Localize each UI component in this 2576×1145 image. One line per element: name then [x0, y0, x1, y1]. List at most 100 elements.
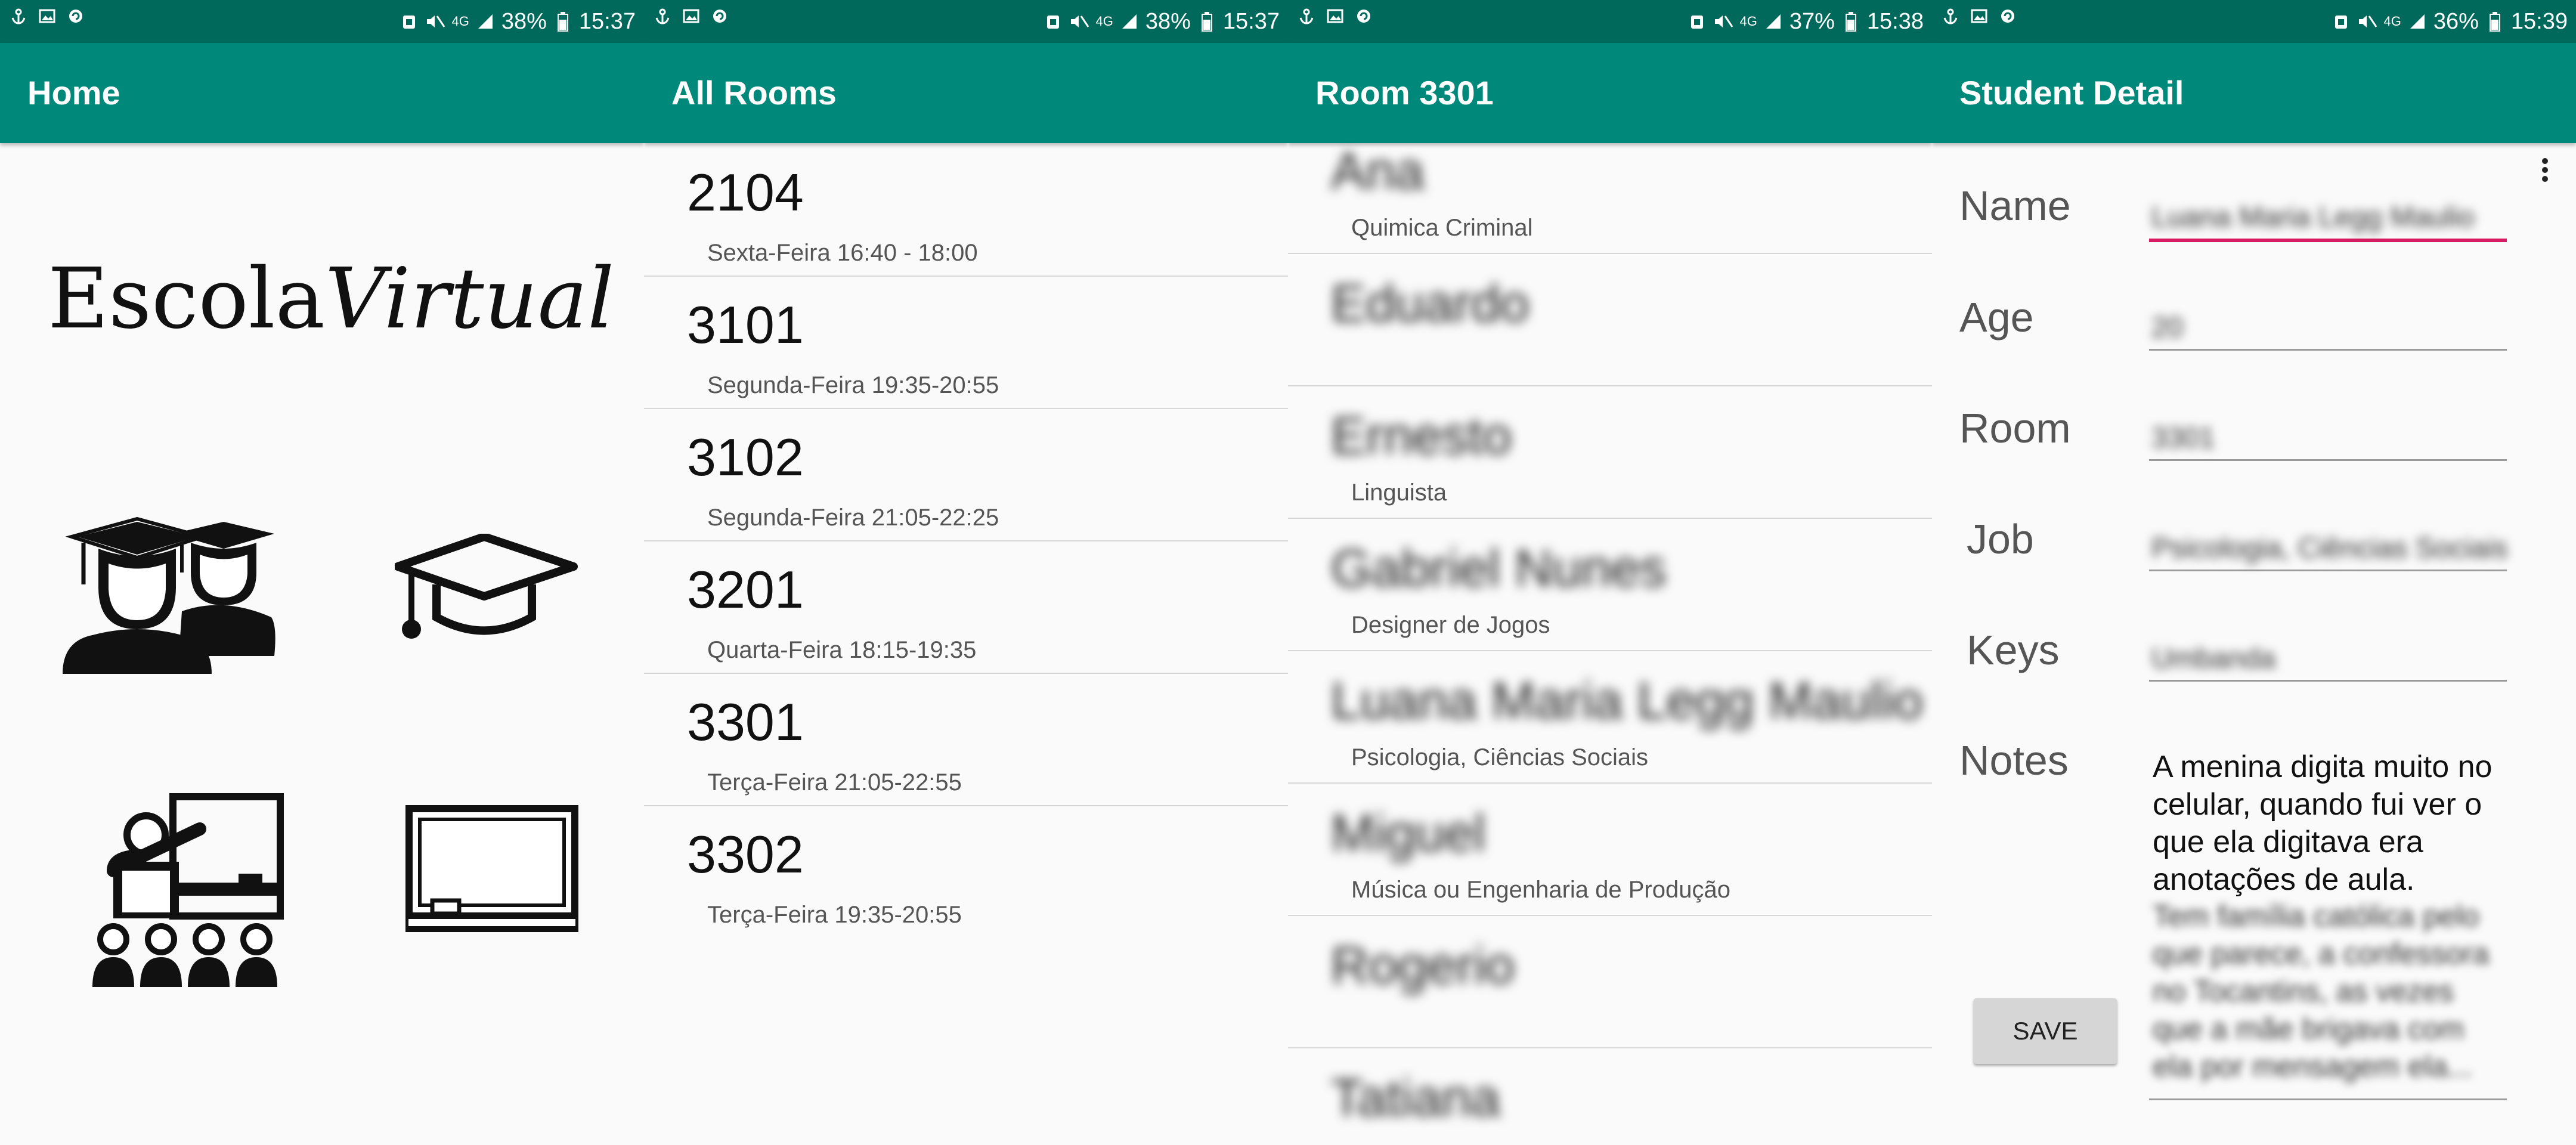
alarm-icon: [399, 11, 419, 32]
job-label: Job: [1967, 516, 2034, 562]
save-button[interactable]: SAVE: [1974, 998, 2117, 1064]
room-schedule: Quarta-Feira 18:15-19:35: [707, 637, 977, 663]
student-name: Gabriel Nunes: [1331, 539, 1667, 598]
notes-visible-text: A menina digita muito no celular, quando…: [2153, 750, 2493, 897]
battery-percent: 37%: [1789, 9, 1835, 34]
status-bar: 4G 37% 15:38: [1288, 0, 1932, 43]
room-field[interactable]: 3301: [2149, 406, 2507, 461]
system-icons: 4G 38% 15:37: [1043, 6, 1280, 37]
room-number: 3102: [687, 428, 804, 487]
notification-icons: [652, 6, 730, 26]
job-field[interactable]: Psicologia, Ciências Sociais: [2149, 516, 2508, 571]
app-bar: Home: [0, 43, 644, 143]
room-number: 3302: [687, 825, 804, 884]
clock: 15:37: [1222, 9, 1280, 34]
room-list-item[interactable]: 3101 Segunda-Feira 19:35-20:55: [644, 276, 1288, 409]
notification-icons: [8, 6, 86, 26]
student-list-item[interactable]: Eduardo: [1288, 253, 1932, 386]
battery-icon: [1841, 11, 1861, 32]
age-field[interactable]: 20: [2149, 295, 2507, 351]
logo-text-escola: Escola: [48, 250, 325, 348]
keys-value: Umbanda: [2151, 643, 2276, 674]
image-notification-icon: [1325, 6, 1345, 26]
page-title: Home: [27, 74, 120, 112]
notification-icons: [1940, 6, 2018, 26]
room-schedule: Segunda-Feira 21:05-22:25: [707, 505, 999, 531]
room-schedule: Segunda-Feira 19:35-20:55: [707, 372, 999, 398]
student-list-item[interactable]: Ana Quimica Criminal: [1288, 120, 1932, 254]
system-icons: 4G 38% 15:37: [399, 6, 636, 37]
student-job: Linguista: [1351, 479, 1447, 506]
image-notification-icon: [37, 6, 57, 26]
room-label: Room: [1959, 405, 2071, 451]
anchor-notification-icon: [1940, 6, 1961, 26]
battery-icon: [1197, 11, 1217, 32]
blackboard-icon[interactable]: [402, 805, 581, 936]
logo-text-virtual: Virtual: [324, 250, 614, 348]
room-number: 3201: [687, 560, 804, 619]
student-list-item[interactable]: Tatiana: [1288, 1047, 1932, 1145]
room-screen: 4G 37% 15:38 Room 3301 Ana Quimica Crimin…: [1288, 0, 1932, 1145]
students-icon[interactable]: [60, 507, 280, 683]
age-value: 20: [2151, 312, 2184, 344]
room-list-item[interactable]: 3102 Segunda-Feira 21:05-22:25: [644, 408, 1288, 541]
clock: 15:39: [2510, 9, 2568, 34]
status-bar: 4G 38% 15:37: [0, 0, 644, 43]
sync-notification-icon: [710, 6, 730, 26]
system-icons: 4G 37% 15:38: [1687, 6, 1924, 37]
sync-notification-icon: [66, 6, 86, 26]
notification-icons: [1296, 6, 1374, 26]
battery-percent: 38%: [501, 9, 547, 34]
app-bar: Student Detail: [1932, 43, 2576, 143]
sync-notification-icon: [1354, 6, 1374, 26]
student-list-item[interactable]: Luana Maria Legg Maulio Psicologia, Ciênc…: [1288, 650, 1932, 784]
classroom-icon[interactable]: [89, 793, 286, 993]
battery-percent: 36%: [2433, 9, 2479, 34]
image-notification-icon: [681, 6, 701, 26]
name-field[interactable]: Luana Maria Legg Maulio: [2149, 185, 2507, 242]
name-value: Luana Maria Legg Maulio: [2151, 202, 2475, 233]
mute-icon: [1713, 11, 1733, 32]
alarm-icon: [1687, 11, 1707, 32]
all-rooms-screen: 4G 38% 15:37 All Rooms 2104 Sexta-Feira 1…: [644, 0, 1288, 1145]
student-list-item[interactable]: Rogerio: [1288, 915, 1932, 1048]
room-list-item[interactable]: 3302 Terça-Feira 19:35-20:55: [644, 805, 1288, 937]
age-label: Age: [1959, 294, 2034, 341]
student-job: Psicologia, Ciências Sociais: [1351, 744, 1649, 770]
network-type: 4G: [1095, 14, 1113, 29]
room-number: 3301: [687, 692, 804, 751]
student-detail-screen: 4G 36% 15:39 Student Detail Name Luana M…: [1932, 0, 2576, 1145]
app-bar: All Rooms: [644, 43, 1288, 143]
network-type: 4G: [1739, 14, 1757, 29]
alarm-icon: [1043, 11, 1063, 32]
notes-underline: [2149, 1098, 2507, 1100]
student-list-item[interactable]: Gabriel Nunes Designer de Jogos: [1288, 518, 1932, 651]
student-job: Música ou Engenharia de Produção: [1351, 877, 1730, 903]
keys-field[interactable]: Umbanda: [2149, 626, 2507, 682]
graduation-cap-icon[interactable]: [394, 533, 580, 650]
room-list-item[interactable]: 3301 Terça-Feira 21:05-22:55: [644, 673, 1288, 806]
clock: 15:38: [1866, 9, 1924, 34]
app-logo: EscolaVirtual: [48, 250, 614, 348]
student-name: Miguel: [1331, 803, 1486, 862]
student-name: Luana Maria Legg Maulio: [1331, 671, 1924, 730]
sync-notification-icon: [1998, 6, 2018, 26]
alarm-icon: [2331, 11, 2351, 32]
network-type: 4G: [2383, 14, 2401, 29]
job-value: Psicologia, Ciências Sociais: [2151, 533, 2508, 564]
room-list-item[interactable]: 2104 Sexta-Feira 16:40 - 18:00: [644, 143, 1288, 277]
student-list-item[interactable]: Miguel Música ou Engenharia de Produção: [1288, 782, 1932, 916]
mute-icon: [425, 11, 445, 32]
student-name: Tatiana: [1331, 1068, 1500, 1127]
anchor-notification-icon: [1296, 6, 1317, 26]
signal-icon: [1763, 11, 1784, 32]
student-list-item[interactable]: Ernesto Linguista: [1288, 385, 1932, 519]
page-title: Student Detail: [1959, 74, 2184, 112]
room-list-item[interactable]: 3201 Quarta-Feira 18:15-19:35: [644, 540, 1288, 674]
room-number: 3101: [687, 295, 804, 354]
page-title: All Rooms: [671, 74, 837, 112]
mute-icon: [2357, 11, 2377, 32]
student-job: Quimica Criminal: [1351, 215, 1533, 241]
overflow-menu-icon[interactable]: [2539, 156, 2551, 186]
student-name: Ernesto: [1331, 406, 1512, 465]
